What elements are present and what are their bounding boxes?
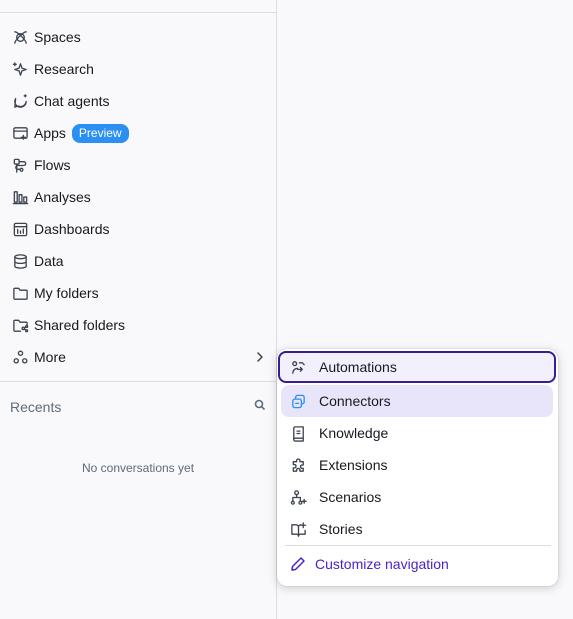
research-sparkle-icon: [11, 60, 29, 78]
search-icon[interactable]: [254, 398, 266, 416]
flows-icon: [11, 156, 29, 174]
sidebar-item-label: More: [34, 349, 66, 365]
menu-item-automations[interactable]: Automations: [278, 351, 556, 383]
sidebar-item-label: Flows: [34, 157, 71, 173]
sidebar-item-label: Dashboards: [34, 221, 110, 237]
sidebar-item-label: My folders: [34, 285, 99, 301]
customize-navigation-label: Customize navigation: [315, 556, 449, 572]
sidebar-item-my-folders[interactable]: My folders: [0, 277, 276, 309]
sidebar-top-divider: [0, 12, 276, 13]
sidebar-item-chat-agents[interactable]: Chat agents: [0, 85, 276, 117]
knowledge-icon: [289, 424, 307, 442]
chat-agent-icon: [11, 92, 29, 110]
menu-item-stories[interactable]: Stories: [281, 513, 554, 545]
sidebar-item-label: Chat agents: [34, 93, 110, 109]
shared-folder-icon: [11, 316, 29, 334]
sidebar-item-label: Shared folders: [34, 317, 126, 333]
dashboards-icon: [11, 220, 29, 238]
sidebar-item-label: Data: [34, 253, 64, 269]
recents-title: Recents: [10, 399, 62, 415]
menu-item-label: Extensions: [319, 457, 388, 473]
sidebar-item-label: Analyses: [34, 189, 91, 205]
spaces-icon: [11, 28, 29, 46]
sidebar-item-analyses[interactable]: Analyses: [0, 181, 276, 213]
sidebar-divider: [0, 381, 276, 382]
menu-item-label: Connectors: [319, 393, 391, 409]
scenarios-icon: [289, 488, 307, 506]
menu-item-scenarios[interactable]: Scenarios: [281, 481, 554, 513]
pencil-icon: [289, 555, 307, 573]
sidebar-item-label: Research: [34, 61, 94, 77]
sidebar-item-label: Apps: [34, 125, 66, 141]
menu-item-knowledge[interactable]: Knowledge: [281, 417, 554, 449]
sidebar-item-more[interactable]: More: [0, 341, 276, 373]
sidebar-item-data[interactable]: Data: [0, 245, 276, 277]
sidebar-nav: Spaces Research Chat agents Apps Preview: [0, 21, 276, 373]
menu-item-connectors[interactable]: Connectors: [281, 385, 553, 417]
chevron-right-icon: [253, 350, 267, 364]
database-icon: [11, 252, 29, 270]
sidebar-item-dashboards[interactable]: Dashboards: [0, 213, 276, 245]
customize-navigation-link[interactable]: Customize navigation: [289, 552, 449, 576]
menu-item-label: Automations: [319, 359, 397, 375]
menu-item-label: Knowledge: [319, 425, 389, 441]
analyses-icon: [11, 188, 29, 206]
sidebar-item-apps[interactable]: Apps Preview: [0, 117, 276, 149]
sidebar-item-shared-folders[interactable]: Shared folders: [0, 309, 276, 341]
menu-item-label: Stories: [319, 521, 363, 537]
more-icon: [11, 348, 29, 366]
recents-empty-message: No conversations yet: [81, 461, 195, 475]
automations-icon: [289, 358, 307, 376]
apps-icon: [11, 124, 29, 142]
folder-icon: [11, 284, 29, 302]
sidebar-item-flows[interactable]: Flows: [0, 149, 276, 181]
menu-item-label: Scenarios: [319, 489, 382, 505]
sidebar: Spaces Research Chat agents Apps Preview: [0, 0, 277, 619]
menu-divider: [285, 545, 551, 546]
menu-item-extensions[interactable]: Extensions: [281, 449, 554, 481]
preview-badge: Preview: [71, 123, 129, 143]
connectors-icon: [289, 392, 307, 410]
sidebar-item-spaces[interactable]: Spaces: [0, 21, 276, 53]
sidebar-item-label: Spaces: [34, 29, 81, 45]
more-menu-popover: Automations Connectors Knowledge Extensi…: [277, 349, 558, 586]
recents-header: Recents: [10, 399, 266, 415]
extensions-icon: [289, 456, 307, 474]
stories-icon: [289, 520, 307, 538]
sidebar-item-research[interactable]: Research: [0, 53, 276, 85]
